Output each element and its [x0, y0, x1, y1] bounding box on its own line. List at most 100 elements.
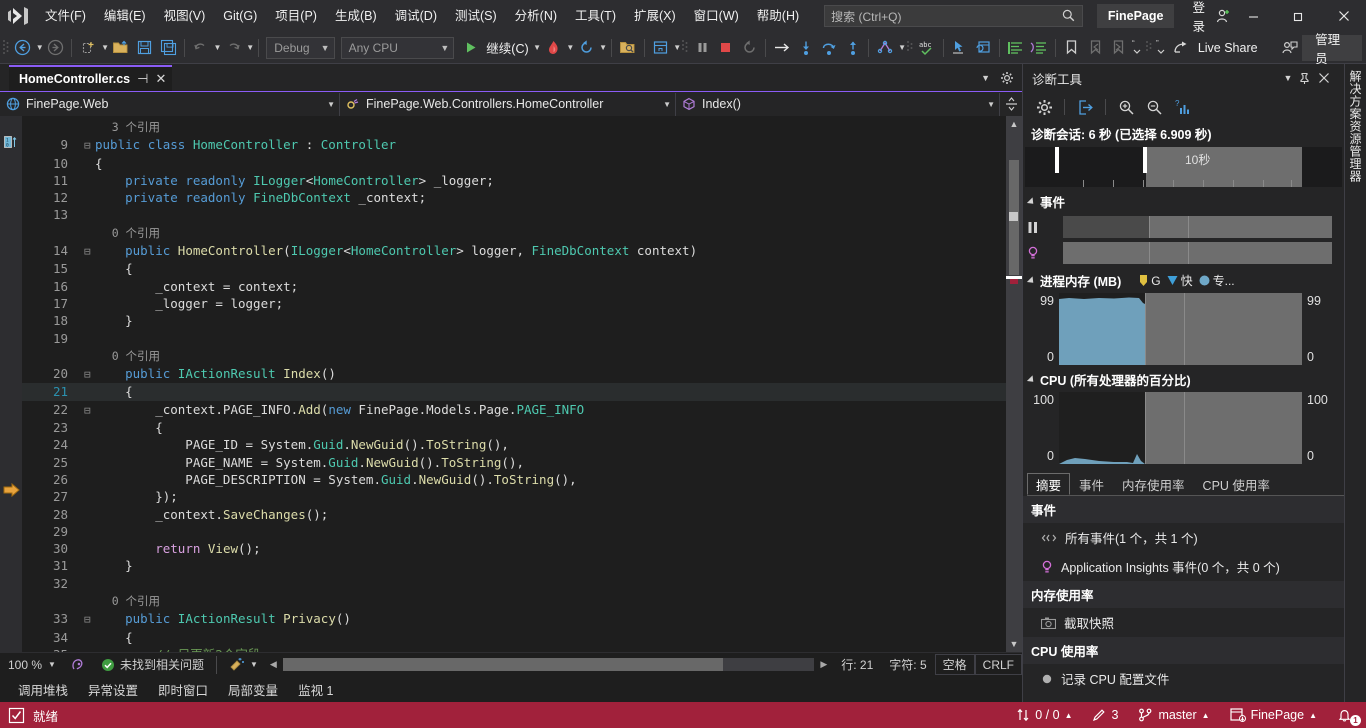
- menu-build[interactable]: 生成(B): [326, 0, 386, 32]
- code-line[interactable]: 33 ⊟ public IActionResult Privacy(): [22, 610, 1006, 628]
- code-lens-reference[interactable]: 3 个引用: [84, 120, 160, 134]
- code-line[interactable]: 19: [22, 330, 1006, 347]
- code-line[interactable]: 15 {: [22, 260, 1006, 277]
- tab-locals[interactable]: 局部变量: [218, 676, 288, 702]
- menu-file[interactable]: 文件(F): [36, 0, 95, 32]
- sign-in-button[interactable]: 登录: [1192, 0, 1231, 35]
- zoom-level-select[interactable]: 100 % ▼: [0, 658, 62, 672]
- undo-icon[interactable]: [189, 35, 213, 61]
- save-all-icon[interactable]: [156, 35, 180, 61]
- previous-bookmark-icon[interactable]: [1084, 35, 1108, 61]
- code-line[interactable]: 10 {: [22, 155, 1006, 172]
- code-line[interactable]: 26 PAGE_DESCRIPTION = System.Guid.NewGui…: [22, 471, 1006, 488]
- scroll-down-arrow-icon[interactable]: ▼: [1010, 636, 1019, 652]
- menu-test[interactable]: 测试(S): [446, 0, 506, 32]
- events-section-header[interactable]: 事件: [1023, 187, 1344, 214]
- search-input[interactable]: 搜索 (Ctrl+Q): [824, 5, 1083, 27]
- minimize-button[interactable]: [1231, 0, 1276, 32]
- tab-call-stack[interactable]: 调用堆栈: [8, 676, 78, 702]
- save-icon[interactable]: [133, 35, 157, 61]
- step-out-icon[interactable]: [841, 35, 865, 61]
- menu-git[interactable]: Git(G): [214, 0, 266, 32]
- line-ending-indicator[interactable]: CRLF: [974, 654, 1022, 675]
- code-line[interactable]: 22 ⊟ _context.PAGE_INFO.Add(new FinePage.…: [22, 401, 1006, 419]
- dtab-cpu-usage[interactable]: CPU 使用率: [1194, 473, 1279, 495]
- new-project-icon[interactable]: [76, 35, 100, 61]
- intellitrace-icon[interactable]: [873, 35, 897, 61]
- code-text-area[interactable]: 3 个引用 9 ⊟ public class HomeController : Con…: [22, 116, 1006, 652]
- menu-view[interactable]: 视图(V): [155, 0, 215, 32]
- code-line[interactable]: 12 private readonly FineDbContext _conte…: [22, 189, 1006, 206]
- pending-changes-button[interactable]: 3: [1082, 702, 1128, 728]
- code-cleanup-button[interactable]: ▼: [221, 657, 266, 672]
- solution-name-chip[interactable]: FinePage: [1096, 4, 1175, 28]
- zoom-in-icon[interactable]: [1113, 95, 1139, 119]
- code-line[interactable]: 35 // 只更新2个字段: [22, 646, 1006, 652]
- tab-exception-settings[interactable]: 异常设置: [78, 676, 148, 702]
- code-line[interactable]: 32: [22, 575, 1006, 592]
- menu-edit[interactable]: 编辑(E): [95, 0, 155, 32]
- code-line[interactable]: 28 _context.SaveChanges();: [22, 506, 1006, 523]
- code-line[interactable]: 0 个引用: [22, 592, 1006, 610]
- code-line[interactable]: 34 {: [22, 629, 1006, 646]
- zoom-out-icon[interactable]: [1141, 95, 1167, 119]
- code-line[interactable]: 17 _logger = logger;: [22, 295, 1006, 312]
- feedback-icon[interactable]: [1279, 35, 1303, 61]
- intellitrace-dropdown-icon[interactable]: ▼: [898, 43, 906, 52]
- navbar-type-select[interactable]: FinePage.Web.Controllers.HomeController …: [340, 92, 676, 116]
- close-button[interactable]: [1321, 0, 1366, 32]
- hscroll-left-arrow-icon[interactable]: ◀: [266, 659, 281, 670]
- comment-lines-icon[interactable]: [1004, 35, 1028, 61]
- tab-overflow-icon[interactable]: ▼: [981, 73, 990, 83]
- code-editor[interactable]: 10 3 个引用 9 ⊟ public class HomeController : …: [0, 116, 1022, 652]
- source-control-sync-button[interactable]: 0 / 0 ▲: [1006, 702, 1082, 728]
- tab-settings-gear-icon[interactable]: [1000, 71, 1014, 85]
- toolbar-grip-2[interactable]: [681, 38, 690, 58]
- editor-vertical-scrollbar[interactable]: ▲ ▼: [1006, 116, 1022, 652]
- fold-toggle-icon[interactable]: ⊟: [84, 366, 95, 383]
- split-editor-icon[interactable]: [1000, 96, 1022, 112]
- code-line[interactable]: 0 个引用: [22, 347, 1006, 365]
- break-all-icon[interactable]: [690, 35, 714, 61]
- fold-toggle-icon[interactable]: ⊟: [84, 243, 95, 260]
- solution-platform-select[interactable]: Any CPU ▼: [340, 36, 455, 59]
- pin-panel-icon[interactable]: [1298, 72, 1318, 85]
- code-line[interactable]: 25 PAGE_NAME = System.Guid.NewGuid().ToS…: [22, 454, 1006, 471]
- memory-section-header[interactable]: 进程内存 (MB) G 快 专...: [1023, 266, 1344, 293]
- diagnostic-settings-gear-icon[interactable]: [1031, 95, 1057, 119]
- main-menu[interactable]: 文件(F) 编辑(E) 视图(V) Git(G) 项目(P) 生成(B) 调试(…: [36, 0, 808, 32]
- code-line[interactable]: 29: [22, 523, 1006, 540]
- repository-button[interactable]: FinePage ▲: [1220, 702, 1327, 728]
- diagnostic-help-chart-icon[interactable]: ?: [1169, 95, 1195, 119]
- menu-window[interactable]: 窗口(W): [685, 0, 748, 32]
- toggle-bookmark-icon[interactable]: [1060, 35, 1084, 61]
- code-line[interactable]: 0 个引用: [22, 224, 1006, 242]
- hot-reload-icon[interactable]: [542, 35, 566, 61]
- document-tab-homecontroller[interactable]: HomeController.cs ⊣ ✕: [9, 65, 173, 91]
- show-window-layout-icon[interactable]: [649, 35, 673, 61]
- timeline-selection-region[interactable]: [1146, 147, 1302, 187]
- close-tab-icon[interactable]: ✕: [155, 71, 166, 87]
- clear-bookmarks-icon[interactable]: “: [1131, 35, 1146, 61]
- code-line[interactable]: 20 ⊟ public IActionResult Index(): [22, 365, 1006, 383]
- cpu-section-header[interactable]: CPU (所有处理器的百分比): [1023, 365, 1344, 392]
- navigate-forward-button[interactable]: [44, 35, 68, 61]
- code-lens-reference[interactable]: 0 个引用: [84, 226, 160, 240]
- code-line[interactable]: 3 个引用: [22, 118, 1006, 136]
- menu-tools[interactable]: 工具(T): [566, 0, 625, 32]
- intellicode-icon[interactable]: [62, 657, 93, 672]
- toolbar-grip[interactable]: [2, 38, 11, 58]
- new-project-dropdown-icon[interactable]: ▼: [101, 43, 109, 52]
- dtab-memory-usage[interactable]: 内存使用率: [1113, 473, 1194, 495]
- code-line[interactable]: 30 return View();: [22, 540, 1006, 557]
- scroll-up-arrow-icon[interactable]: ▲: [1010, 116, 1019, 132]
- solution-configuration-select[interactable]: Debug ▼: [266, 36, 335, 59]
- navbar-project-select[interactable]: FinePage.Web ▼: [0, 92, 340, 116]
- navbar-member-select[interactable]: Index() ▼: [676, 92, 1000, 116]
- next-bookmark-icon[interactable]: [1107, 35, 1131, 61]
- code-line[interactable]: 24 PAGE_ID = System.Guid.NewGuid().ToStr…: [22, 436, 1006, 453]
- open-file-icon[interactable]: [109, 35, 133, 61]
- window-layout-dropdown-icon[interactable]: ▼: [673, 43, 681, 52]
- stop-debugging-icon[interactable]: [714, 35, 738, 61]
- code-line[interactable]: 11 private readonly ILogger<HomeControll…: [22, 172, 1006, 189]
